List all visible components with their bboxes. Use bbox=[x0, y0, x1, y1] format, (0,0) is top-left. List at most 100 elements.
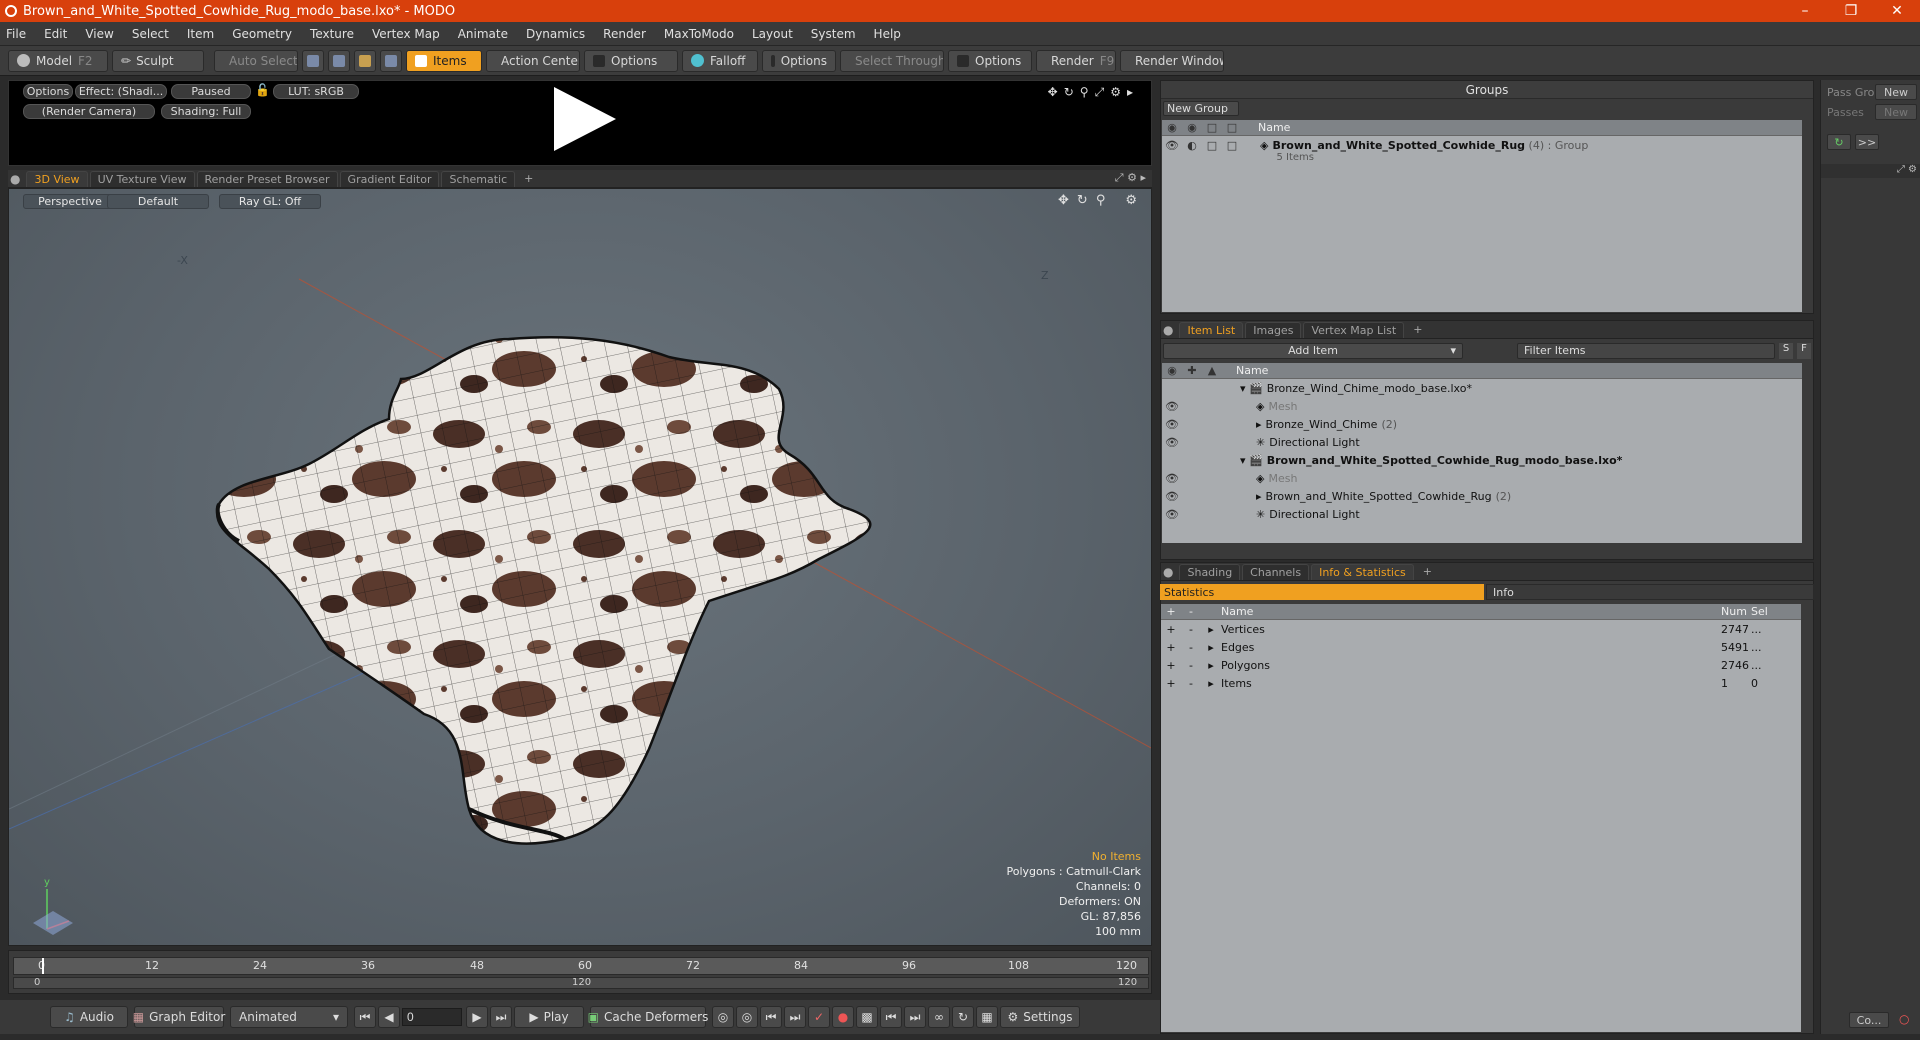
timeline[interactable]: 0 12 24 36 48 60 72 84 96 108 120 0 120 … bbox=[8, 950, 1152, 994]
select-toggle-icon[interactable]: □ bbox=[1222, 139, 1242, 152]
current-frame-input[interactable] bbox=[402, 1008, 462, 1026]
go-to-start-button[interactable]: ⏮ bbox=[354, 1006, 376, 1028]
record-icon[interactable]: ○ bbox=[1899, 1012, 1909, 1026]
f-filter-button[interactable]: F bbox=[1797, 343, 1811, 359]
expand-icon[interactable]: ⤢ bbox=[1095, 85, 1105, 100]
tab-item-list[interactable]: Item List bbox=[1179, 321, 1244, 338]
falloff-options-button[interactable]: Options bbox=[762, 49, 836, 72]
new-group-button[interactable]: New Group bbox=[1163, 101, 1239, 116]
arrow-right-icon[interactable]: ▸ bbox=[1127, 85, 1133, 100]
range-bar[interactable]: 0 120 120 bbox=[13, 977, 1149, 989]
effect-dropdown[interactable]: Effect: (Shadi... bbox=[75, 84, 167, 99]
table-row[interactable]: + - ▸ Items 1 0 bbox=[1161, 674, 1801, 692]
new-pass-group-button[interactable]: New bbox=[1875, 84, 1917, 100]
menu-view[interactable]: View bbox=[85, 27, 113, 41]
menu-layout[interactable]: Layout bbox=[752, 27, 793, 41]
table-row[interactable]: + - ▸ Edges 5491... bbox=[1161, 638, 1801, 656]
tab-uv-texture-view[interactable]: UV Texture View bbox=[89, 170, 195, 187]
render-window-button[interactable]: Render Window bbox=[1120, 49, 1224, 72]
minus-icon[interactable]: - bbox=[1181, 677, 1201, 690]
visibility-icon[interactable]: 👁 bbox=[1162, 436, 1182, 449]
key-tool-5-button[interactable]: ▩ bbox=[856, 1006, 878, 1028]
filter-items-input[interactable]: Filter Items bbox=[1517, 343, 1775, 359]
close-icon[interactable]: ✕ bbox=[1874, 0, 1920, 22]
materials-mode-button[interactable] bbox=[380, 49, 402, 72]
next-key-button[interactable]: ▶ bbox=[466, 1006, 488, 1028]
auto-select-button[interactable]: Auto Select bbox=[214, 49, 298, 72]
table-row[interactable]: + - ▸ Polygons 2746... bbox=[1161, 656, 1801, 674]
visibility-icon[interactable]: 👁 bbox=[1162, 490, 1182, 503]
expand-arrow-icon[interactable]: ▸ bbox=[1201, 677, 1221, 690]
edges-mode-button[interactable] bbox=[328, 49, 350, 72]
arrow-right-icon[interactable]: ▸ bbox=[1140, 171, 1146, 184]
tab-gradient-editor[interactable]: Gradient Editor bbox=[339, 170, 440, 187]
menu-help[interactable]: Help bbox=[874, 27, 901, 41]
vertices-mode-button[interactable] bbox=[302, 49, 324, 72]
items-mode-button[interactable]: Items bbox=[406, 49, 482, 72]
falloff-button[interactable]: Falloff bbox=[682, 49, 758, 72]
paused-button[interactable]: Paused bbox=[171, 84, 251, 99]
refresh-button[interactable]: ↻ bbox=[1827, 134, 1851, 150]
select-through-button[interactable]: Select Through bbox=[840, 49, 944, 72]
list-item[interactable]: 👁 ▸ Brown_and_White_Spotted_Cowhide_Rug (2… bbox=[1162, 487, 1802, 505]
rotate-icon[interactable]: ↻ bbox=[1064, 85, 1074, 100]
key-tool-3-button[interactable]: ⏮ bbox=[760, 1006, 782, 1028]
menu-select[interactable]: Select bbox=[132, 27, 169, 41]
expand-arrow-icon[interactable]: ▸ bbox=[1201, 623, 1221, 636]
model-button[interactable]: Model F2 bbox=[8, 49, 108, 72]
tab-images[interactable]: Images bbox=[1245, 321, 1302, 338]
preview-options-button[interactable]: Options bbox=[23, 84, 73, 99]
tab-info-statistics[interactable]: Info & Statistics bbox=[1311, 563, 1414, 580]
menu-vertex-map[interactable]: Vertex Map bbox=[372, 27, 440, 41]
key-tool-1-button[interactable]: ◎ bbox=[712, 1006, 734, 1028]
menu-system[interactable]: System bbox=[811, 27, 856, 41]
action-center-button[interactable]: Action Center bbox=[486, 49, 580, 72]
key-tool-4-button[interactable]: ⏭ bbox=[784, 1006, 806, 1028]
list-item[interactable]: 👁 ✳ Directional Light bbox=[1162, 505, 1802, 523]
settings-button[interactable]: ⚙ Settings bbox=[1000, 1006, 1080, 1028]
expand-arrow-icon[interactable]: ▸ bbox=[1256, 490, 1262, 503]
visibility-icon[interactable]: 👁 bbox=[1162, 139, 1182, 152]
playhead[interactable] bbox=[42, 958, 44, 974]
record-button[interactable]: ● bbox=[832, 1006, 854, 1028]
prev-key-button[interactable]: ◀ bbox=[378, 1006, 400, 1028]
key-tool-10-button[interactable]: ▦ bbox=[976, 1006, 998, 1028]
tab-shading[interactable]: Shading bbox=[1179, 563, 1241, 580]
new-pass-button[interactable]: New bbox=[1875, 104, 1917, 120]
cache-deformers-button[interactable]: ▣ Cache Deformers bbox=[588, 1006, 708, 1028]
list-item[interactable]: ▾ 🎬 Bronze_Wind_Chime_modo_base.lxo* bbox=[1162, 379, 1802, 397]
visibility-icon[interactable]: 👁 bbox=[1162, 418, 1182, 431]
render-toggle-icon[interactable]: ◐ bbox=[1182, 139, 1202, 152]
visibility-icon[interactable]: 👁 bbox=[1162, 400, 1182, 413]
gear-icon[interactable]: ⚙ bbox=[1110, 85, 1121, 100]
add-tab-button[interactable]: + bbox=[1406, 322, 1429, 338]
minus-icon[interactable]: - bbox=[1181, 641, 1201, 654]
add-tab-button[interactable]: + bbox=[1416, 564, 1439, 580]
shading-dropdown[interactable]: Shading: Full bbox=[161, 104, 251, 119]
menu-maxtomodo[interactable]: MaxToModo bbox=[664, 27, 734, 41]
s-filter-button[interactable]: S bbox=[1779, 343, 1793, 359]
auto-key-button[interactable]: ✓ bbox=[808, 1006, 830, 1028]
audio-button[interactable]: ♫ Audio bbox=[50, 1006, 128, 1028]
menu-dynamics[interactable]: Dynamics bbox=[526, 27, 585, 41]
tab-channels[interactable]: Channels bbox=[1242, 563, 1310, 580]
add-item-dropdown[interactable]: Add Item ▾ bbox=[1163, 343, 1463, 359]
plus-icon[interactable]: + bbox=[1161, 641, 1181, 654]
list-item[interactable]: 👁 ◈ Mesh bbox=[1162, 469, 1802, 487]
minus-icon[interactable]: - bbox=[1181, 659, 1201, 672]
menu-geometry[interactable]: Geometry bbox=[232, 27, 292, 41]
visibility-icon[interactable]: 👁 bbox=[1162, 508, 1182, 521]
plus-icon[interactable]: + bbox=[1161, 623, 1181, 636]
gear-icon[interactable]: ⚙ bbox=[1127, 171, 1137, 184]
camera-dropdown[interactable]: (Render Camera) bbox=[23, 104, 155, 119]
expand-icon[interactable]: ⤢ bbox=[1897, 164, 1905, 175]
move-icon[interactable]: ✥ bbox=[1048, 85, 1058, 100]
menu-edit[interactable]: Edit bbox=[44, 27, 67, 41]
graph-editor-button[interactable]: ▦ Graph Editor bbox=[133, 1006, 225, 1028]
key-tool-8-button[interactable]: ∞ bbox=[928, 1006, 950, 1028]
tab-schematic[interactable]: Schematic bbox=[441, 170, 516, 187]
expand-arrow-icon[interactable]: ▸ bbox=[1201, 641, 1221, 654]
timeline-ruler[interactable]: 0 12 24 36 48 60 72 84 96 108 120 bbox=[13, 957, 1149, 975]
menu-item[interactable]: Item bbox=[187, 27, 214, 41]
visibility-icon[interactable]: 👁 bbox=[1162, 472, 1182, 485]
